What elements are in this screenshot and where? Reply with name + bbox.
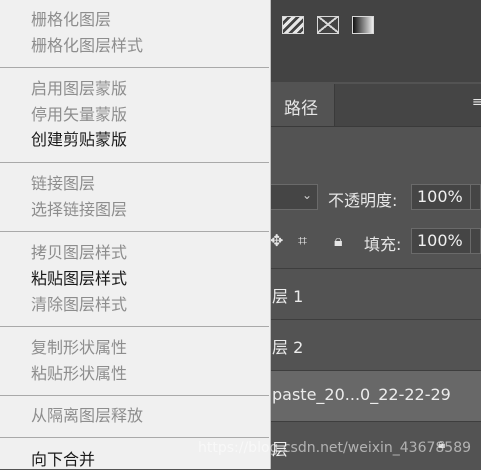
menu-item-release-from-isolation[interactable]: 从隔离图层释放 <box>31 406 143 426</box>
gradient-map-icon[interactable] <box>352 16 374 34</box>
menu-item-paste-shape-attributes[interactable]: 粘贴形状属性 <box>31 364 127 384</box>
posterize-icon[interactable] <box>282 16 304 34</box>
menu-item-merge-down[interactable]: 向下合并 <box>31 450 95 470</box>
fill-field[interactable]: 100% <box>411 228 471 254</box>
menu-separator <box>0 231 269 232</box>
menu-item-disable-vector-mask[interactable]: 停用矢量蒙版 <box>31 105 127 125</box>
opacity-field[interactable]: 100% <box>411 184 471 210</box>
menu-item-copy-layer-style[interactable]: 拷贝图层样式 <box>31 243 127 263</box>
opacity-dropdown-arrow[interactable] <box>471 184 481 210</box>
channel-mixer-icon[interactable] <box>317 16 339 34</box>
menu-item-enable-layer-mask[interactable]: 启用图层蒙版 <box>31 79 127 99</box>
layer-name: 层 2 <box>272 338 304 357</box>
menu-item-create-clipping-mask[interactable]: 创建剪贴蒙版 <box>31 130 127 150</box>
panel-menu-icon[interactable]: ≡ <box>472 96 481 110</box>
menu-item-copy-shape-attributes[interactable]: 复制形状属性 <box>31 338 127 358</box>
lock-all-icon[interactable]: 🔒︎ <box>334 233 343 249</box>
layer-row[interactable]: 层 2 <box>270 319 481 370</box>
layer-row-selected[interactable]: paste_20...0_22-22-29 <box>270 370 481 421</box>
layer-name: 层 1 <box>272 287 304 306</box>
lock-artboard-icon[interactable]: ⌗ <box>298 233 307 249</box>
layer-context-menu: 栅格化图层 栅格化图层样式 启用图层蒙版 停用矢量蒙版 创建剪贴蒙版 链接图层 … <box>0 0 271 469</box>
fill-dropdown-arrow[interactable] <box>471 228 481 254</box>
layer-row[interactable]: 层 1 <box>270 268 481 319</box>
layer-name: paste_20...0_22-22-29 <box>272 385 451 404</box>
chevron-down-icon: ⌄ <box>301 188 312 202</box>
opacity-label: 不透明度: <box>328 191 398 210</box>
fill-label: 填充: <box>364 235 402 254</box>
menu-separator <box>0 395 269 396</box>
menu-separator <box>0 67 269 68</box>
watermark-text: https://blog.csdn.net/weixin_43678589 <box>198 440 472 456</box>
menu-item-rasterize-layer-style[interactable]: 栅格化图层样式 <box>31 36 143 56</box>
tab-paths-label[interactable]: 路径 <box>284 94 318 119</box>
menu-item-select-linked-layers[interactable]: 选择链接图层 <box>31 200 127 220</box>
menu-separator <box>0 437 269 438</box>
menu-item-rasterize-layer[interactable]: 栅格化图层 <box>31 10 111 30</box>
menu-separator <box>0 162 269 163</box>
lock-position-icon[interactable]: ✥ <box>270 233 283 249</box>
menu-item-paste-layer-style[interactable]: 粘贴图层样式 <box>31 269 127 289</box>
menu-separator <box>0 326 269 327</box>
menu-item-clear-layer-style[interactable]: 清除图层样式 <box>31 295 127 315</box>
menu-item-link-layers[interactable]: 链接图层 <box>31 174 95 194</box>
adjustments-strip <box>270 0 481 82</box>
